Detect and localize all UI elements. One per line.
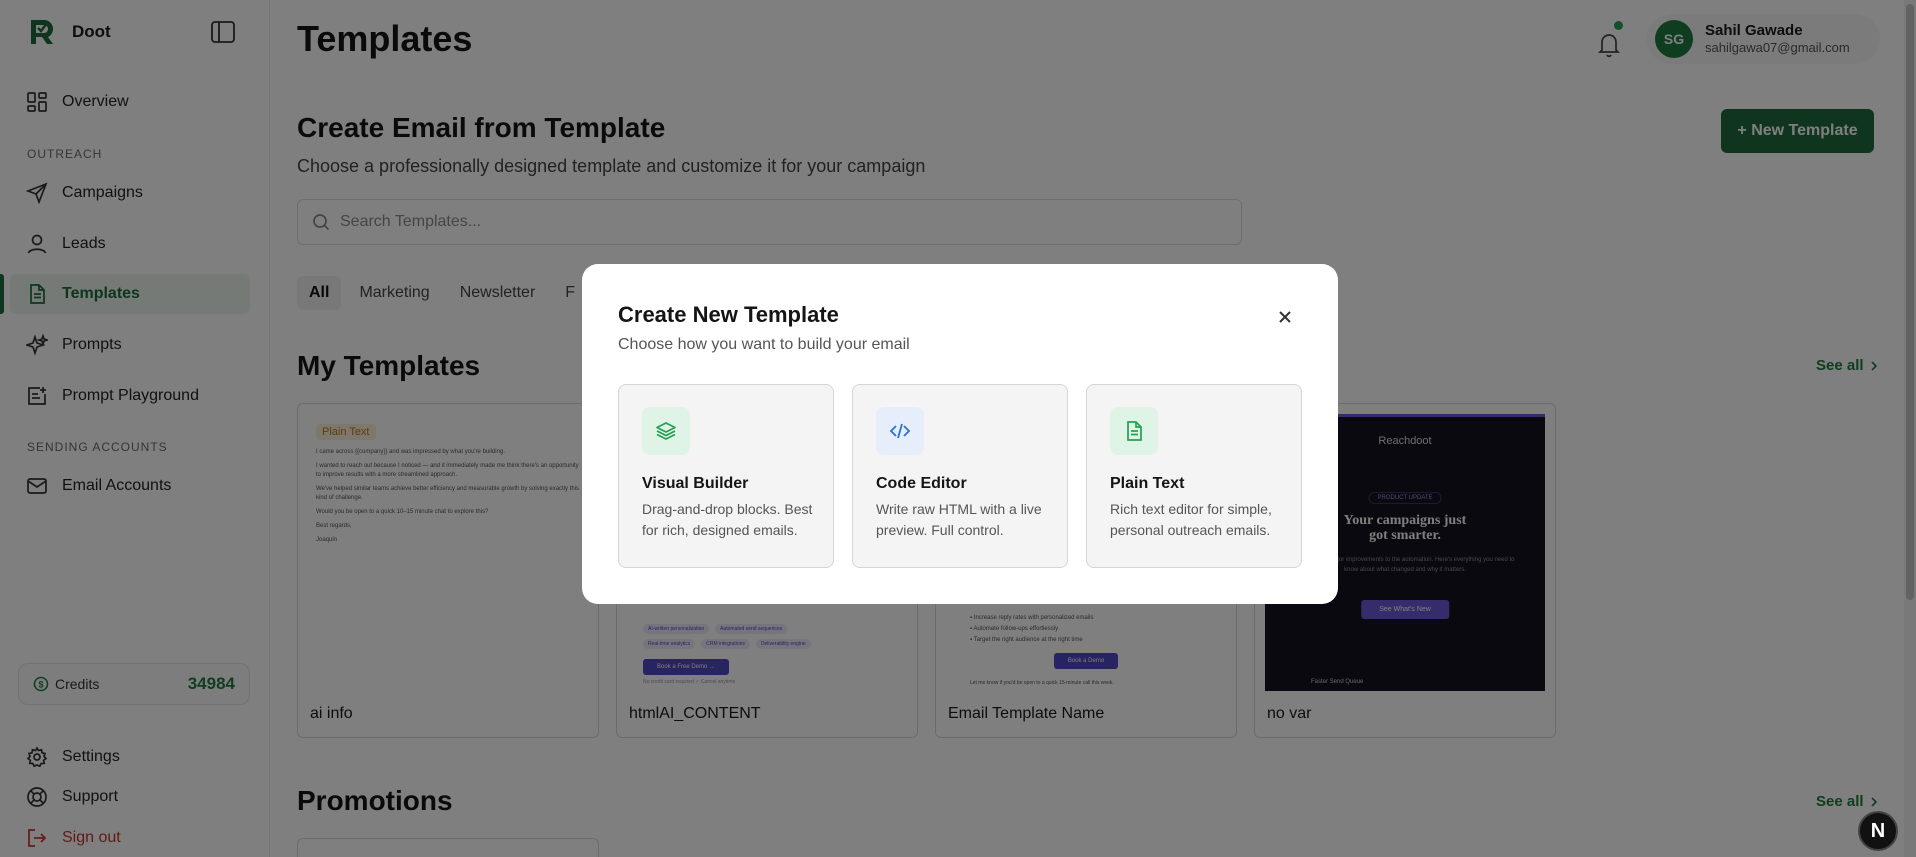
option-icon-wrap [1110,407,1158,455]
option-plain-text[interactable]: Plain Text Rich text editor for simple, … [1086,384,1302,568]
option-description: Drag-and-drop blocks. Best for rich, des… [642,501,813,538]
option-description: Write raw HTML with a live preview. Full… [876,501,1042,538]
option-description: Rich text editor for simple, personal ou… [1110,501,1272,538]
option-title: Code Editor [876,475,967,492]
code-icon [889,423,911,439]
document-icon [1127,421,1142,441]
layers-icon [656,422,676,440]
option-icon-wrap [876,407,924,455]
option-title: Visual Builder [642,475,749,492]
option-icon-wrap [642,407,690,455]
option-title: Plain Text [1110,475,1185,492]
option-code-editor[interactable]: Code Editor Write raw HTML with a live p… [852,384,1068,568]
modal-subtitle: Choose how you want to build your email [618,336,910,353]
close-button[interactable] [1272,304,1298,330]
create-template-modal: Create New Template Choose how you want … [582,264,1338,604]
modal-title: Create New Template [618,302,839,327]
option-visual-builder[interactable]: Visual Builder Drag-and-drop blocks. Bes… [618,384,834,568]
close-icon [1279,311,1291,323]
dev-tools-badge[interactable]: N [1858,811,1898,851]
